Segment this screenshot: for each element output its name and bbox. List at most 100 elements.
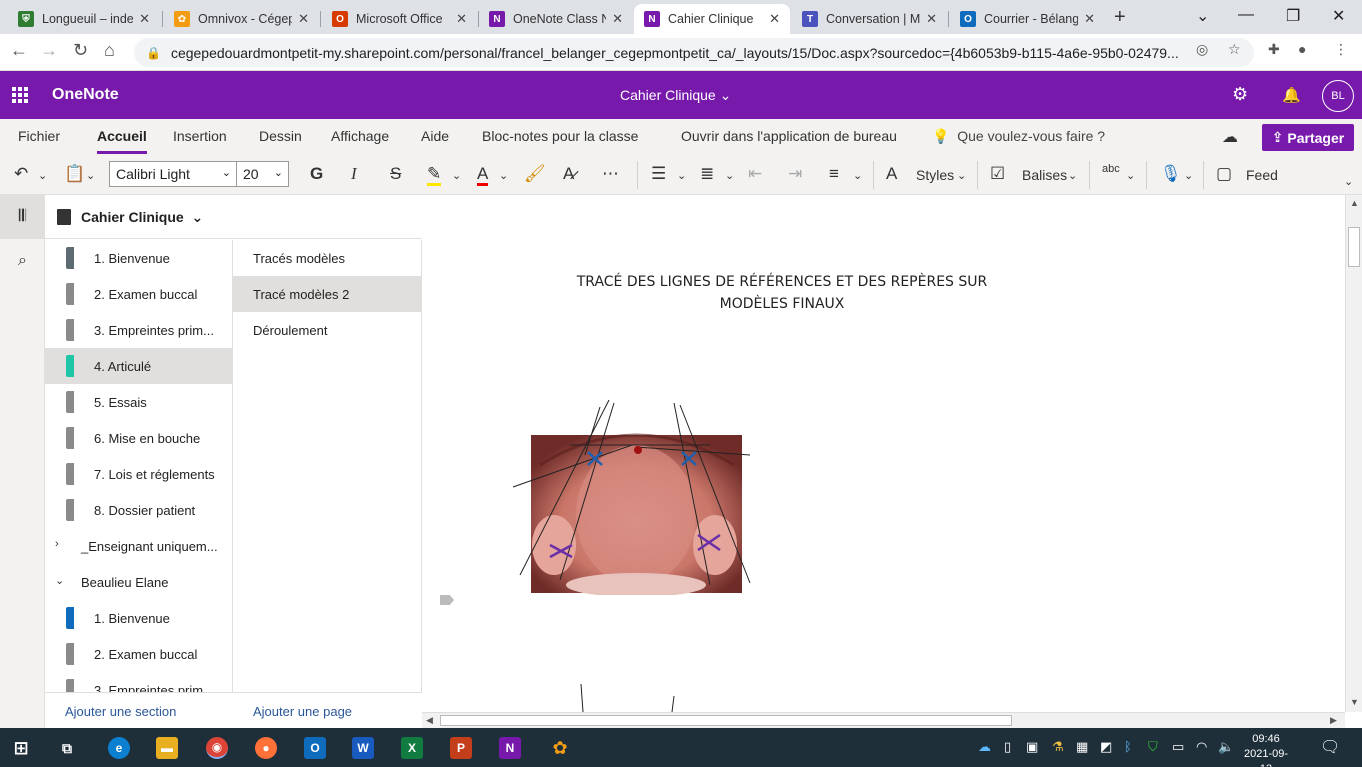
share-button[interactable]: ⇪ Partager: [1262, 124, 1354, 151]
page-heading[interactable]: TRACÉ DES LIGNES DE RÉFÉRENCES ET DES RE…: [562, 271, 1002, 315]
chevron-down-icon[interactable]: ⌄: [1068, 169, 1077, 182]
search-icon[interactable]: ⌕: [0, 239, 45, 283]
page-canvas[interactable]: TRACÉ DES LIGNES DE RÉFÉRENCES ET DES RE…: [422, 195, 1345, 712]
scroll-left-icon[interactable]: ◀: [426, 715, 433, 726]
close-icon[interactable]: ✕: [769, 11, 780, 27]
tab-insertion[interactable]: Insertion: [173, 128, 227, 144]
font-name-select[interactable]: Calibri Light ⌄: [109, 161, 237, 187]
section-item[interactable]: 7. Lois et réglements: [45, 456, 232, 492]
windows-start-icon[interactable]: ⊞: [10, 737, 32, 759]
bell-icon[interactable]: 🔔: [1282, 86, 1301, 104]
sync-status-icon[interactable]: ☁: [1222, 127, 1238, 147]
close-icon[interactable]: ✕: [139, 11, 150, 27]
styles-icon[interactable]: A: [886, 164, 897, 184]
align-icon[interactable]: ≡: [829, 164, 839, 184]
font-color-icon[interactable]: A: [477, 164, 489, 186]
bold-button[interactable]: G: [310, 164, 323, 184]
scroll-thumb[interactable]: [440, 715, 1012, 726]
section-item[interactable]: 2. Examen buccal: [45, 276, 232, 312]
tab-affichage[interactable]: Affichage: [331, 128, 389, 144]
chevron-down-icon[interactable]: ⌄: [1126, 169, 1135, 182]
notifications-icon[interactable]: 🗨: [1320, 737, 1340, 757]
browser-tab-active[interactable]: N Cahier Clinique ✕: [634, 4, 790, 34]
undo-icon[interactable]: ↶: [14, 164, 28, 184]
indent-icon[interactable]: ⇥: [788, 164, 802, 184]
chevron-down-icon[interactable]: ⌄: [1184, 169, 1193, 182]
app-launcher-icon[interactable]: [12, 87, 28, 103]
clipboard-icon[interactable]: 📋: [64, 164, 85, 184]
chevron-down-icon[interactable]: ⌄: [38, 169, 47, 182]
outdent-icon[interactable]: ⇤: [748, 164, 762, 184]
highlighter-icon[interactable]: ✎: [427, 164, 442, 186]
section-item[interactable]: 6. Mise en bouche: [45, 420, 232, 456]
lock-icon[interactable]: 🔒: [146, 46, 161, 60]
tab-aide[interactable]: Aide: [421, 128, 449, 144]
close-icon[interactable]: ✕: [926, 11, 937, 27]
firefox-icon[interactable]: ●: [255, 737, 277, 759]
close-icon[interactable]: ✕: [612, 11, 623, 27]
scroll-right-icon[interactable]: ▶: [1330, 715, 1337, 726]
browser-tab[interactable]: T Conversation | M ✕: [792, 4, 947, 34]
bullet-list-icon[interactable]: ☰: [651, 164, 666, 184]
network-tray-icon[interactable]: ▦: [1076, 739, 1088, 755]
new-tab-button[interactable]: +: [1114, 6, 1126, 29]
task-view-icon[interactable]: ⧉: [56, 737, 78, 759]
horizontal-scrollbar[interactable]: ◀ ▶: [422, 712, 1345, 728]
close-icon[interactable]: ✕: [1084, 11, 1095, 27]
browser-tab[interactable]: ⛨ Longueuil – index ✕: [8, 4, 160, 34]
tell-me-search[interactable]: 💡 Que voulez-vous faire ?: [932, 128, 1105, 145]
section-item[interactable]: 5. Essais: [45, 384, 232, 420]
edge-icon[interactable]: e: [108, 737, 130, 759]
chevron-down-icon[interactable]: ⌄: [853, 169, 862, 182]
add-section-link[interactable]: Ajouter une section: [65, 704, 176, 719]
format-painter-icon[interactable]: 🖌: [524, 164, 546, 184]
app-tray-icon[interactable]: ◩: [1100, 739, 1112, 755]
page-item-selected[interactable]: Tracé modèles 2: [233, 276, 421, 312]
close-icon[interactable]: ✕: [456, 11, 467, 27]
star-icon[interactable]: ☆: [1228, 41, 1241, 58]
browser-tab[interactable]: ✿ Omnivox - Cégep ✕: [164, 4, 319, 34]
open-desktop-app-link[interactable]: Ouvrir dans l'application de bureau: [681, 128, 897, 144]
usb-icon[interactable]: ▯: [1004, 739, 1011, 755]
wifi-icon[interactable]: ◠: [1196, 739, 1207, 755]
avatar[interactable]: BL: [1322, 80, 1354, 112]
tab-dessin[interactable]: Dessin: [259, 128, 302, 144]
tags-button[interactable]: Balises: [1022, 167, 1067, 183]
outlook-icon[interactable]: O: [304, 737, 326, 759]
home-icon[interactable]: ⌂: [104, 40, 115, 61]
dictate-microphone-icon[interactable]: 🎙: [1160, 164, 1182, 184]
section-item[interactable]: 3. Empreintes prim...: [45, 312, 232, 348]
chevron-down-icon[interactable]: ⌄: [86, 169, 95, 182]
chevron-down-icon[interactable]: ⌄: [499, 169, 508, 182]
section-item[interactable]: 1. Bienvenue: [45, 600, 232, 636]
url-input[interactable]: 🔒 cegepedouardmontpetit-my.sharepoint.co…: [134, 38, 1254, 67]
palate-reference-lines-image[interactable]: [510, 395, 752, 595]
notebooks-library-icon[interactable]: 𝄃𝄃: [0, 195, 45, 239]
minimize-icon[interactable]: —: [1238, 6, 1254, 24]
back-icon[interactable]: ←: [10, 40, 28, 61]
strikethrough-button[interactable]: S: [390, 164, 401, 184]
teams-tray-icon[interactable]: ▣: [1026, 739, 1038, 755]
flask-icon[interactable]: ⚗: [1052, 739, 1064, 755]
reload-icon[interactable]: ↻: [73, 40, 88, 61]
system-clock[interactable]: 09:46 2021-09-13: [1238, 732, 1294, 767]
close-icon[interactable]: ✕: [298, 11, 309, 27]
scroll-down-icon[interactable]: ▼: [1350, 697, 1359, 707]
page-item[interactable]: Tracés modèles: [233, 240, 421, 276]
browser-tab[interactable]: O Courrier - Bélang ✕: [950, 4, 1105, 34]
security-shield-icon[interactable]: ⛉: [1148, 739, 1158, 755]
page-item[interactable]: Déroulement: [233, 312, 421, 348]
chevron-down-icon[interactable]: ⌄: [452, 169, 461, 182]
bluetooth-icon[interactable]: ᛒ: [1124, 739, 1132, 754]
section-group-student[interactable]: ⌄ Beaulieu Elane: [45, 564, 232, 600]
chevron-down-icon[interactable]: ⌄: [725, 169, 734, 182]
font-size-select[interactable]: 20 ⌄: [236, 161, 289, 187]
onedrive-icon[interactable]: ☁: [978, 739, 991, 755]
numbered-list-icon[interactable]: ≣: [700, 164, 714, 184]
window-close-icon[interactable]: ✕: [1332, 6, 1345, 26]
section-item[interactable]: 3. Empreintes prim...: [45, 672, 232, 692]
tag-checkbox-icon[interactable]: ☑: [990, 164, 1005, 184]
section-group-teacher[interactable]: › _Enseignant uniquem...: [45, 528, 232, 564]
file-explorer-icon[interactable]: ▬: [156, 737, 178, 759]
menu-icon[interactable]: ⋮: [1334, 41, 1348, 58]
